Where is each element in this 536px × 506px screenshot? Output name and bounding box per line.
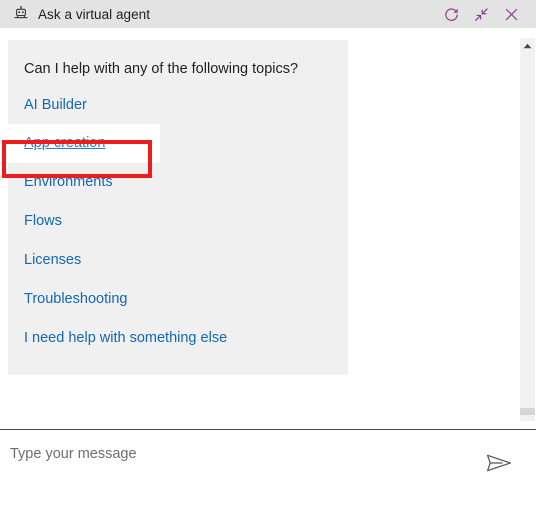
conversation-area: Can I help with any of the following top… [0,28,536,429]
window-titlebar: Ask a virtual agent [0,0,536,28]
topic-link[interactable]: I need help with something else [24,330,227,346]
topic-item-environments[interactable]: Environments [8,163,348,202]
conversation-scrollbar[interactable] [519,28,536,429]
virtual-agent-window: Ask a virtual agent Can I help with any … [0,0,536,506]
message-input[interactable] [10,446,460,462]
topic-link[interactable]: Environments [24,174,113,190]
topic-item-app-creation[interactable]: App creation [0,124,160,164]
topic-link[interactable]: Licenses [24,252,81,268]
topic-item-flows[interactable]: Flows [8,202,348,241]
send-paper-plane-icon [486,452,512,474]
close-button[interactable] [496,1,526,27]
topic-link[interactable]: Flows [24,213,62,229]
topic-item-need-help[interactable]: I need help with something else [8,319,348,358]
close-icon [503,6,520,23]
topic-link[interactable]: Troubleshooting [24,291,127,307]
caret-up-icon [523,43,532,49]
refresh-icon [443,6,460,23]
window-title: Ask a virtual agent [38,6,151,22]
scrollbar-track[interactable] [520,38,535,421]
minimize-button[interactable] [466,1,496,27]
topic-item-licenses[interactable]: Licenses [8,241,348,280]
topic-item-ai-builder[interactable]: AI Builder [8,86,348,125]
bot-prompt-text: Can I help with any of the following top… [24,61,299,77]
topic-item-troubleshooting[interactable]: Troubleshooting [8,280,348,319]
scroll-up-button[interactable] [520,38,535,53]
topic-link[interactable]: AI Builder [24,97,87,113]
send-button[interactable] [481,448,517,478]
collapse-diagonal-icon [473,6,490,23]
topic-link[interactable]: App creation [24,135,105,151]
refresh-button[interactable] [436,1,466,27]
topic-suggestion-list: AI Builder App creation Environments Flo… [0,86,348,358]
scrollbar-thumb[interactable] [520,408,535,415]
message-composer [0,430,536,506]
bot-message-bubble: Can I help with any of the following top… [0,40,348,376]
robot-agent-icon [13,6,29,22]
titlebar-actions [436,1,526,27]
